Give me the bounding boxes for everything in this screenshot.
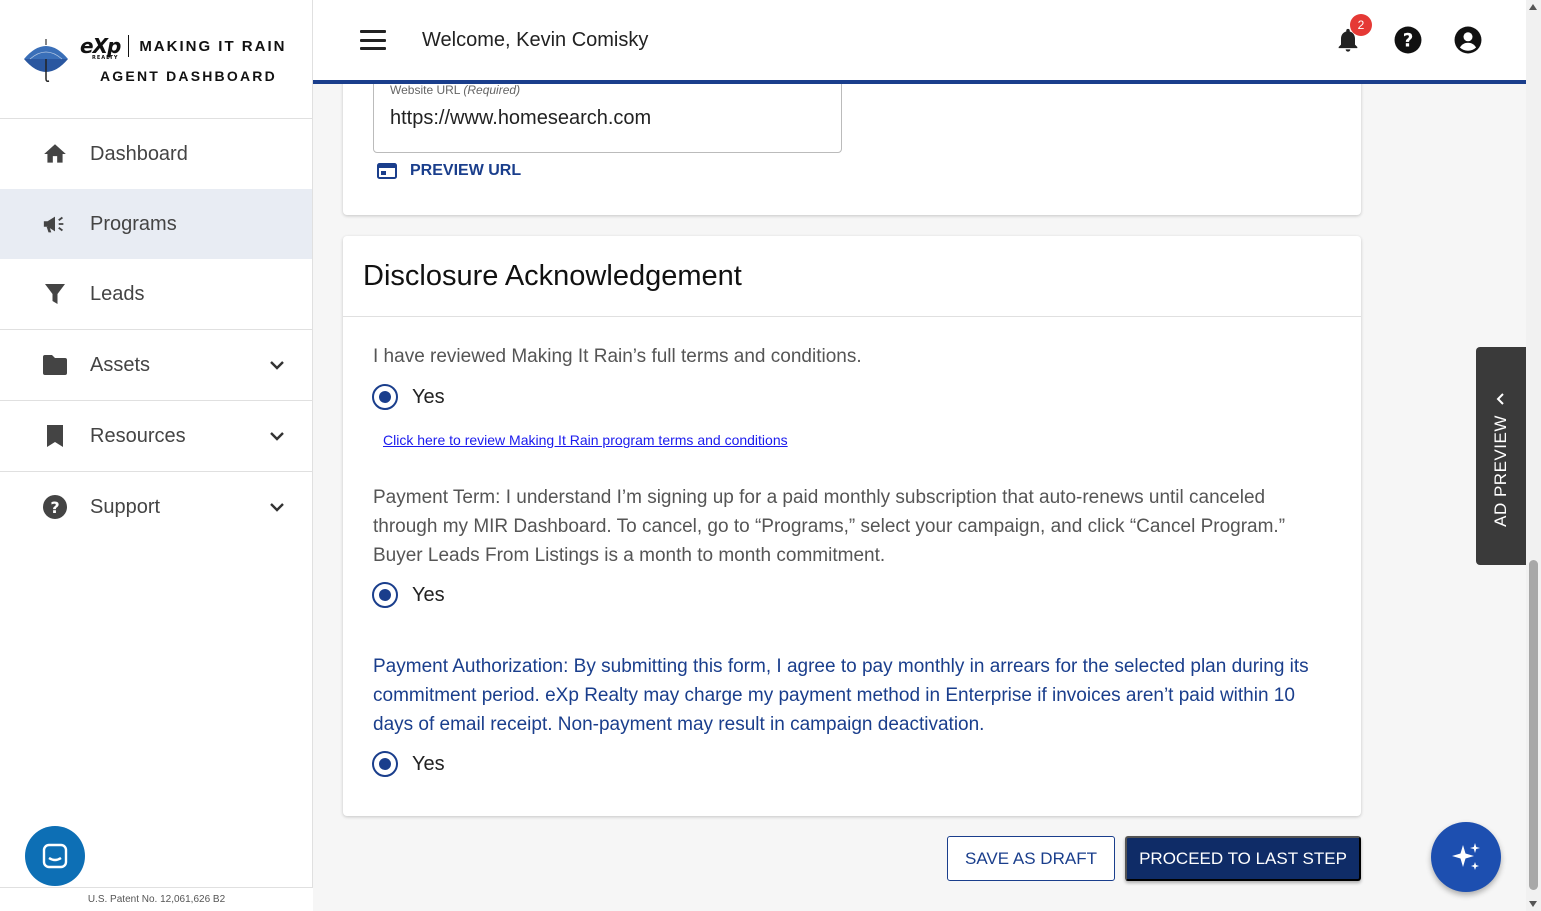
sidebar-item-resources[interactable]: Resources [0,400,312,471]
brand-name: MAKING IT RAIN [139,37,287,55]
radio-selected-icon [372,751,398,777]
sidebar-item-label: Leads [90,282,145,305]
help-circle-icon: ? [42,494,68,520]
disclosure-card: Disclosure Acknowledgement I have review… [343,236,1361,816]
website-url-value: https://www.homesearch.com [390,107,652,129]
website-url-input[interactable]: Website URL (Required) https://www.homes… [373,78,842,153]
top-header: Welcome, Kevin Comisky 2 ? [313,0,1526,84]
sidebar-item-label: Assets [90,353,151,376]
sidebar-item-label: Resources [90,424,186,447]
sidebar-item-assets[interactable]: Assets [0,329,312,400]
notification-badge: 2 [1350,14,1372,36]
website-url-label: Website URL (Required) [390,83,521,97]
sidebar-item-support[interactable]: ? Support [0,471,312,542]
sidebar-item-leads[interactable]: Leads [0,259,312,329]
chat-launcher-button[interactable] [25,826,85,886]
ad-preview-tab[interactable]: AD PREVIEW [1476,347,1526,565]
notifications-button[interactable]: 2 [1334,14,1372,54]
save-as-draft-button[interactable]: SAVE AS DRAFT [947,836,1115,881]
scroll-down-arrow-icon[interactable] [1529,901,1537,907]
brand-logo[interactable]: eXp REALTY MAKING IT RAIN AGENT DASHBOARD [0,0,312,119]
chevron-down-icon [270,361,284,370]
filter-icon [42,281,68,307]
proceed-button[interactable]: PROCEED TO LAST STEP [1125,836,1361,881]
brand-subtitle: AGENT DASHBOARD [100,68,277,84]
sidebar-item-label: Programs [90,212,177,235]
terms-question: I have reviewed Making It Rain’s full te… [373,346,862,367]
payment-term-question: Payment Term: I understand I’m signing u… [373,487,1286,566]
radio-selected-icon [372,384,398,410]
radio-selected-icon [372,582,398,608]
svg-text:?: ? [1403,30,1414,51]
sidebar-item-programs[interactable]: Programs [0,189,312,259]
welcome-message: Welcome, Kevin Comisky [422,28,649,51]
sidebar: eXp REALTY MAKING IT RAIN AGENT DASHBOARD… [0,0,313,911]
account-circle-icon [1454,26,1482,54]
umbrella-logo-icon [24,39,68,82]
disclosure-title: Disclosure Acknowledgement [343,236,1361,317]
scrollbar-thumb[interactable] [1529,560,1538,890]
payment-authorization-yes-radio[interactable]: Yes [372,751,445,777]
chevron-down-icon [270,503,284,512]
menu-icon[interactable] [360,30,386,50]
help-icon: ? [1394,26,1422,54]
chevron-down-icon [270,432,284,441]
folder-icon [42,352,68,378]
svg-text:?: ? [50,498,59,517]
scroll-up-arrow-icon[interactable] [1529,4,1537,10]
terms-yes-radio[interactable]: Yes [372,384,445,410]
payment-authorization-question: Payment Authorization: By submitting thi… [373,656,1309,735]
page-scrollbar[interactable] [1526,0,1541,911]
sidebar-item-dashboard[interactable]: Dashboard [0,119,312,189]
exp-logo-text: eXp REALTY [80,34,121,61]
browser-window-icon [377,163,397,179]
sidebar-item-label: Dashboard [90,142,188,165]
chat-icon [42,843,68,869]
patent-notice: U.S. Patent No. 12,061,626 B2 [0,887,313,911]
account-button[interactable] [1454,26,1482,54]
help-button[interactable]: ? [1394,26,1422,54]
terms-link[interactable]: Click here to review Making It Rain prog… [383,432,788,448]
sidebar-item-label: Support [90,495,161,518]
preview-url-button[interactable]: PREVIEW URL [376,162,521,180]
ai-assistant-button[interactable] [1431,822,1501,892]
sparkle-icon [1452,843,1480,870]
megaphone-icon [42,211,68,237]
chevron-left-icon [1496,393,1504,405]
payment-term-yes-radio[interactable]: Yes [372,582,445,608]
home-icon [42,141,68,167]
bookmark-icon [42,423,68,449]
ad-preview-label: AD PREVIEW [1491,415,1510,527]
